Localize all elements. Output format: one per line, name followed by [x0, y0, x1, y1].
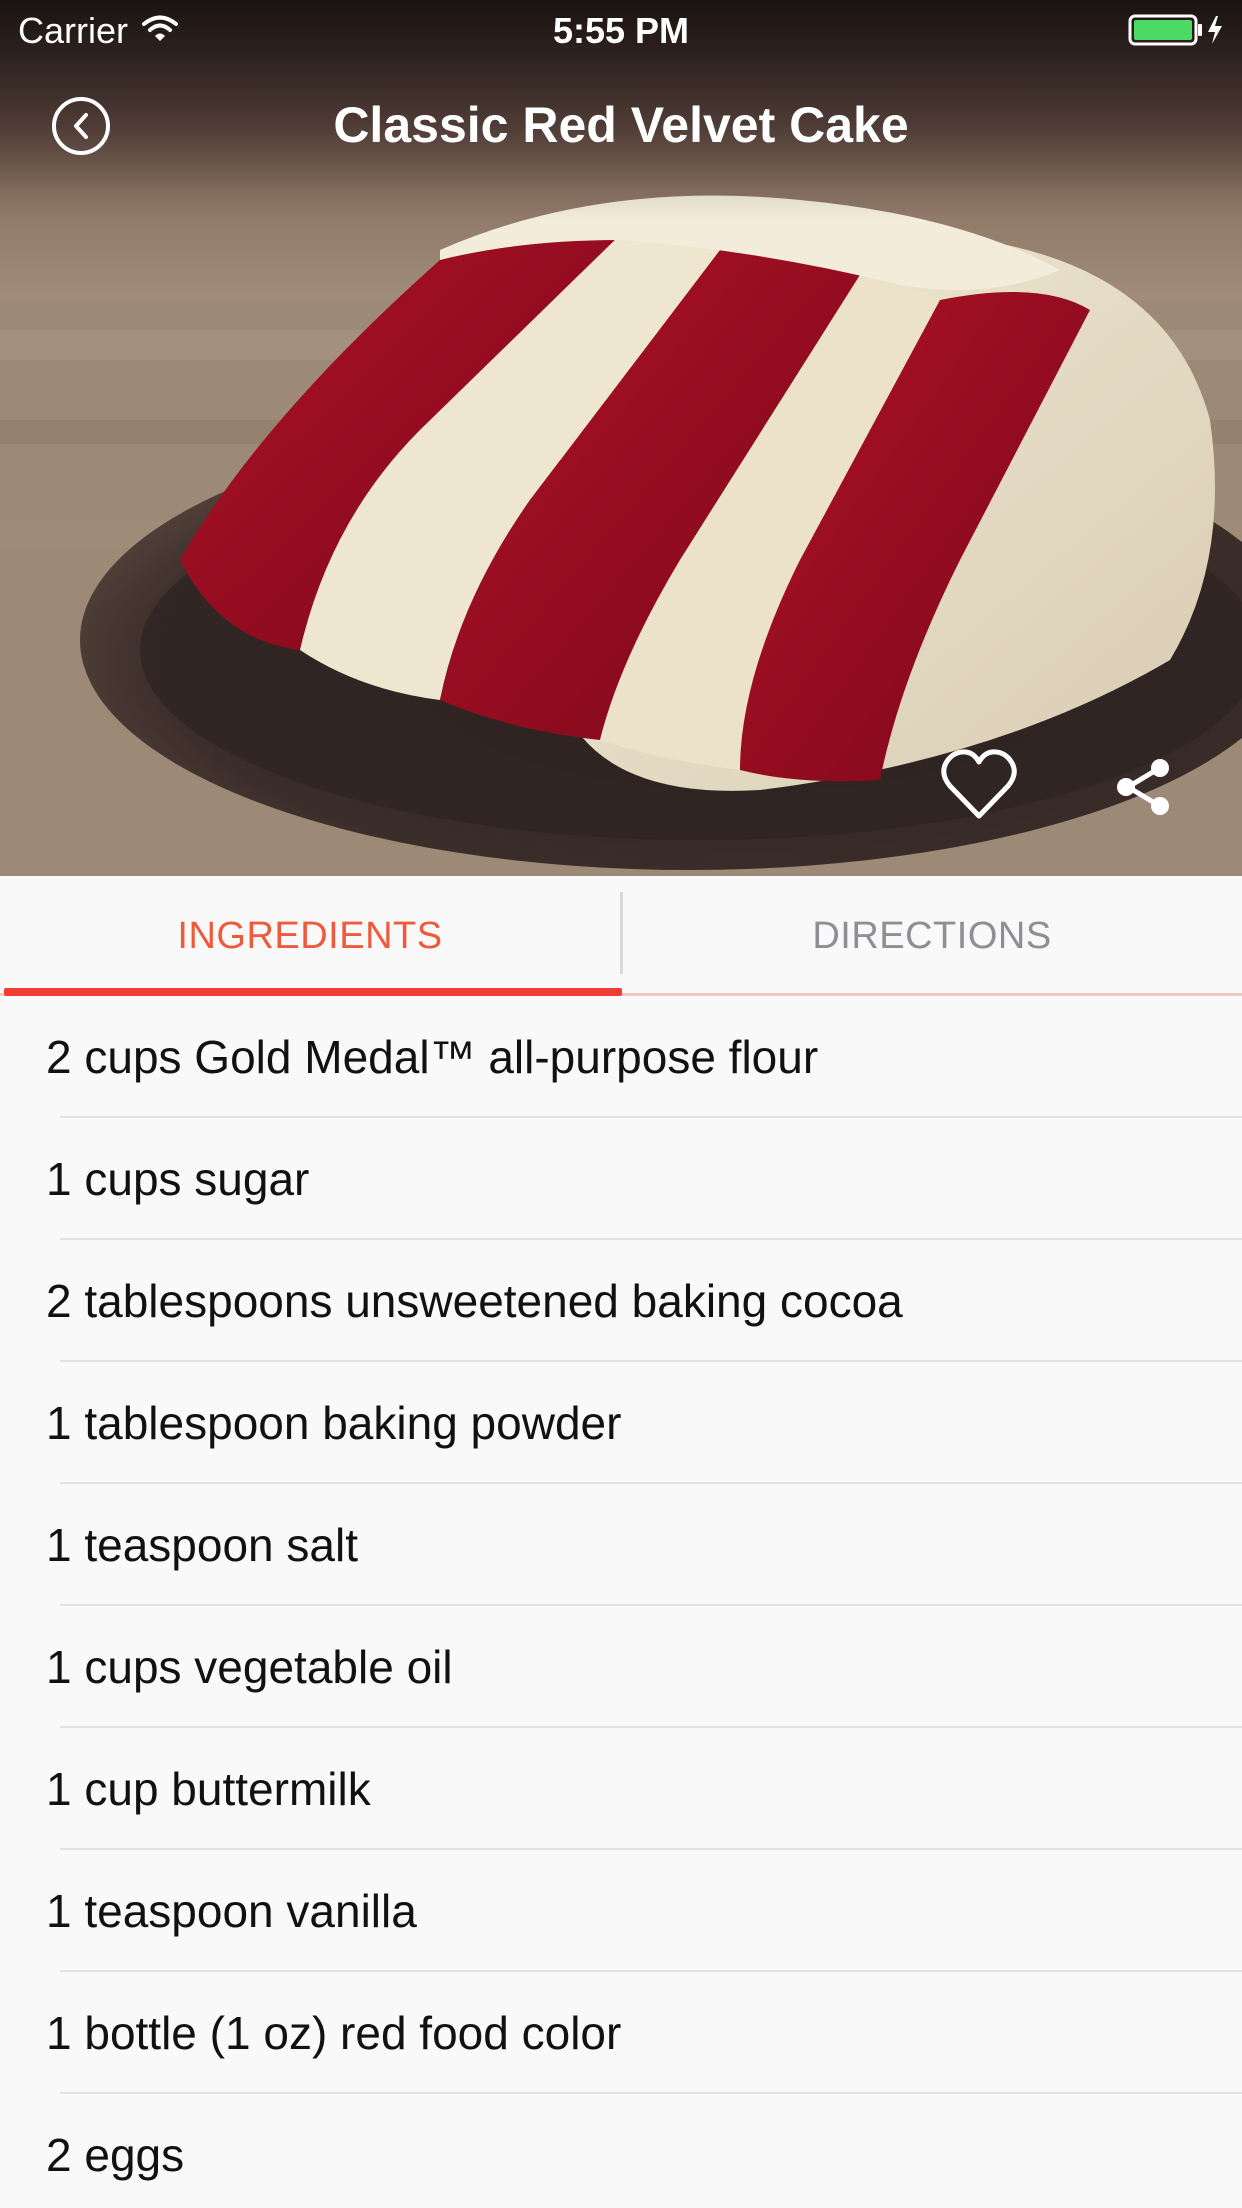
favorite-button[interactable]	[940, 748, 1018, 822]
ingredient-row[interactable]: 1 bottle (1 oz) red food color	[0, 1972, 1242, 2094]
ingredient-row[interactable]: 1 teaspoon salt	[0, 1484, 1242, 1606]
ingredient-row[interactable]: 1 cups sugar	[0, 1118, 1242, 1240]
recipe-tabs: INGREDIENTS DIRECTIONS	[0, 876, 1242, 996]
ingredient-row[interactable]: 2 tablespoons unsweetened baking cocoa	[0, 1240, 1242, 1362]
recipe-detail-screen: Carrier 5:55 PM Classic Red Velvet Cake …	[0, 0, 1242, 2208]
chevron-left-icon	[74, 113, 88, 139]
ingredient-row[interactable]: 2 cups Gold Medal™ all-purpose flour	[0, 996, 1242, 1118]
share-button[interactable]	[1114, 758, 1174, 816]
selected-tab-indicator	[4, 988, 622, 996]
status-time: 5:55 PM	[552, 10, 690, 51]
tab-ingredients[interactable]: INGREDIENTS	[0, 876, 620, 996]
share-icon	[1117, 759, 1169, 815]
ingredient-row[interactable]: 1 teaspoon vanilla	[0, 1850, 1242, 1972]
status-bar: Carrier 5:55 PM	[0, 0, 1242, 60]
ingredient-row[interactable]: 2 eggs	[0, 2094, 1242, 2208]
ingredient-row[interactable]: 1 cups vegetable oil	[0, 1606, 1242, 1728]
tab-directions[interactable]: DIRECTIONS	[622, 876, 1242, 996]
heart-outline-icon	[941, 749, 1017, 819]
battery-charging-icon	[1128, 14, 1228, 46]
back-button[interactable]	[52, 97, 110, 155]
ingredient-row[interactable]: 1 tablespoon baking powder	[0, 1362, 1242, 1484]
ingredient-list: 2 cups Gold Medal™ all-purpose flour 1 c…	[0, 996, 1242, 2208]
page-title: Classic Red Velvet Cake	[333, 97, 909, 153]
ingredient-row[interactable]: 1 cup buttermilk	[0, 1728, 1242, 1850]
